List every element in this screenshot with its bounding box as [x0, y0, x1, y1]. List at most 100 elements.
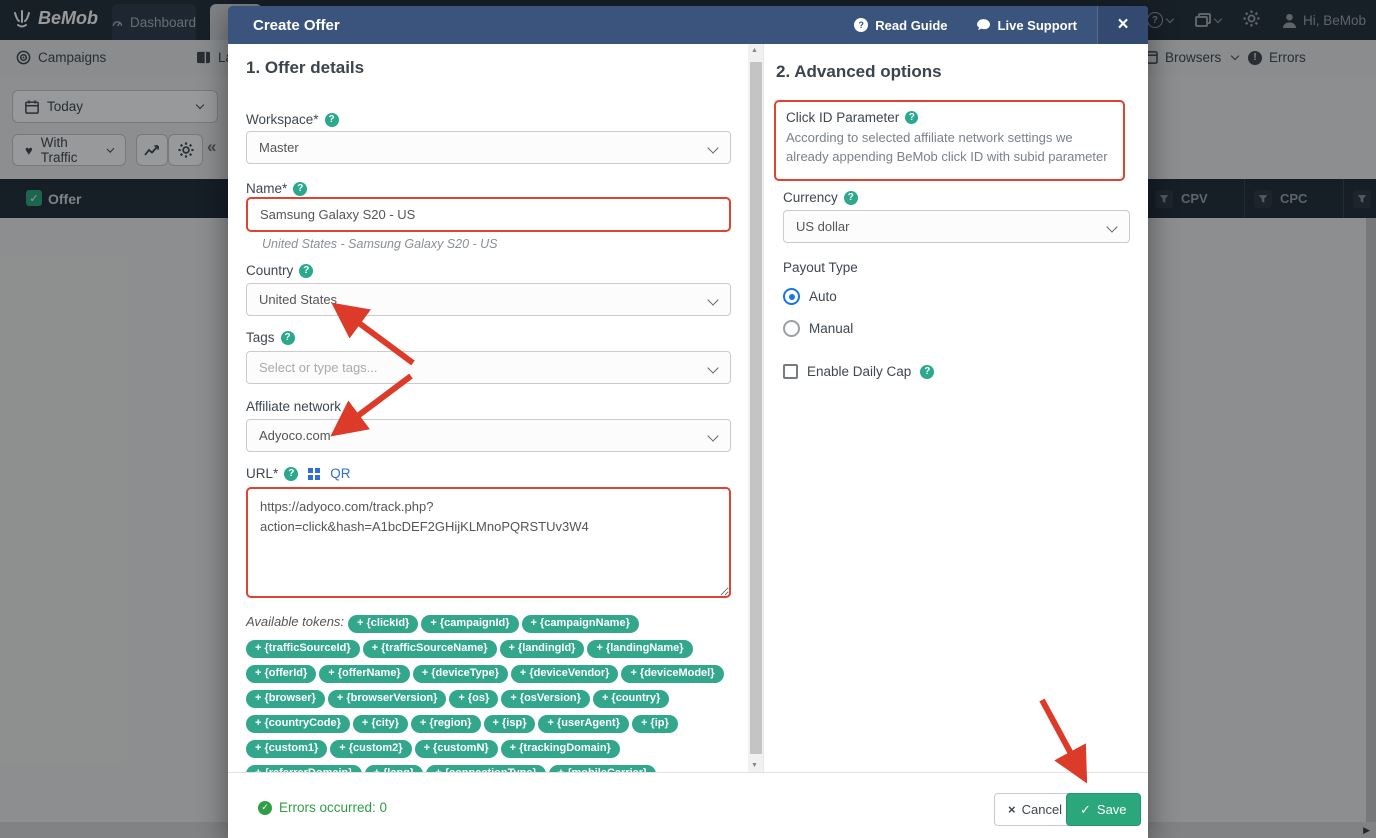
help-icon[interactable]: ?: [920, 364, 935, 379]
token-pill[interactable]: + {deviceModel}: [621, 665, 724, 683]
qr-icon[interactable]: [308, 467, 321, 480]
close-button[interactable]: ×: [1097, 6, 1148, 44]
save-label: Save: [1096, 802, 1127, 817]
currency-select[interactable]: US dollar: [783, 210, 1130, 243]
url-label: URL* ? QR: [246, 466, 351, 481]
scrollbar-thumb[interactable]: [749, 62, 762, 754]
scroll-down-icon[interactable]: ▼: [751, 762, 758, 769]
check-circle-icon: ✓: [258, 800, 272, 815]
help-icon[interactable]: ?: [284, 466, 299, 481]
name-label: Name* ?: [246, 181, 308, 196]
token-pill[interactable]: + {userAgent}: [538, 715, 629, 733]
modal-header: Create Offer ? Read Guide Live Support ×: [228, 6, 1148, 44]
help-icon[interactable]: ?: [905, 111, 919, 124]
token-pill[interactable]: + {customN}: [414, 740, 498, 758]
token-pill[interactable]: + {osVersion}: [501, 690, 590, 708]
country-select[interactable]: United States: [246, 283, 731, 316]
help-icon[interactable]: ?: [299, 263, 314, 278]
radio-unselected-icon[interactable]: [783, 320, 800, 337]
currency-value: US dollar: [796, 219, 850, 234]
advanced-options-panel: 2. Advanced options Click ID Parameter ?…: [763, 44, 1148, 772]
errors-text: Errors occurred: 0: [279, 800, 388, 815]
live-support-label: Live Support: [997, 17, 1077, 33]
payout-manual-option[interactable]: Manual: [783, 320, 853, 337]
click-id-title: Click ID Parameter: [786, 110, 900, 125]
token-pill[interactable]: + {city}: [352, 715, 408, 733]
token-pill[interactable]: + {custom2}: [330, 740, 412, 758]
currency-label-text: Currency: [783, 190, 838, 205]
url-textarea[interactable]: https://adyoco.com/track.php?action=clic…: [246, 487, 731, 598]
modal-footer: ✓ Errors occurred: 0 × Cancel ✓ Save: [228, 772, 1148, 838]
tags-select[interactable]: Select or type tags...: [246, 351, 731, 384]
save-check-icon: ✓: [1080, 801, 1091, 817]
radio-selected-icon[interactable]: [783, 288, 800, 305]
read-guide-link[interactable]: ? Read Guide: [854, 17, 948, 33]
token-pill[interactable]: + {browser}: [246, 690, 325, 708]
read-guide-icon: ?: [854, 18, 869, 32]
scroll-up-icon[interactable]: ▲: [751, 47, 758, 54]
token-pill[interactable]: + {region}: [410, 715, 481, 733]
token-pill[interactable]: + {os}: [449, 690, 499, 708]
token-pill[interactable]: + {offerName}: [319, 665, 410, 683]
create-offer-modal: Create Offer ? Read Guide Live Support ×…: [228, 6, 1148, 838]
workspace-label-text: Workspace*: [246, 112, 319, 127]
workspace-value: Master: [259, 140, 299, 155]
help-icon[interactable]: ?: [280, 330, 295, 345]
token-pill[interactable]: + {landingId}: [499, 640, 585, 658]
affiliate-network-label-text: Affiliate network: [246, 399, 342, 414]
token-pill[interactable]: + {trackingDomain}: [500, 740, 620, 758]
token-pill[interactable]: + {browserVersion}: [327, 690, 447, 708]
token-pill[interactable]: + {deviceVendor}: [510, 665, 619, 683]
daily-cap-checkbox[interactable]: [783, 364, 798, 379]
token-pill[interactable]: + {countryCode}: [246, 715, 350, 733]
name-hint: United States - Samsung Galaxy S20 - US: [262, 237, 498, 251]
workspace-select[interactable]: Master: [246, 131, 731, 164]
token-pill[interactable]: + {country}: [592, 690, 670, 708]
click-id-description: According to selected affiliate network …: [786, 130, 1108, 164]
token-pill[interactable]: + {campaignName}: [521, 615, 639, 633]
payout-manual-label: Manual: [809, 321, 854, 336]
token-pill[interactable]: + {custom1}: [246, 740, 328, 758]
token-pill[interactable]: + {clickId}: [348, 615, 419, 633]
payout-auto-label: Auto: [809, 289, 837, 304]
tags-placeholder: Select or type tags...: [259, 360, 378, 375]
country-value: United States: [259, 292, 338, 307]
help-icon[interactable]: ?: [293, 181, 308, 196]
affiliate-network-label: Affiliate network: [246, 399, 341, 414]
tokens-label: Available tokens:: [246, 614, 345, 629]
daily-cap-row: Enable Daily Cap ?: [783, 364, 935, 379]
cancel-button[interactable]: × Cancel: [994, 793, 1077, 826]
cancel-label: Cancel: [1021, 802, 1063, 817]
read-guide-label: Read Guide: [875, 17, 948, 33]
click-id-title-row: Click ID Parameter ?: [786, 110, 1113, 125]
live-support-link[interactable]: Live Support: [976, 18, 1077, 33]
save-button[interactable]: ✓ Save: [1066, 793, 1141, 826]
name-label-text: Name*: [246, 181, 288, 196]
payout-auto-option[interactable]: Auto: [783, 288, 837, 305]
tags-label: Tags ?: [246, 330, 295, 345]
section-advanced-options: 2. Advanced options: [776, 62, 942, 81]
country-label-text: Country: [246, 263, 294, 278]
close-icon: ×: [1117, 14, 1129, 35]
token-pill[interactable]: + {isp}: [483, 715, 536, 733]
modal-scrollbar[interactable]: ▲ ▼: [748, 44, 763, 772]
help-icon[interactable]: ?: [324, 112, 339, 127]
modal-header-links: ? Read Guide Live Support: [854, 6, 1077, 44]
token-pill[interactable]: + {landingName}: [587, 640, 693, 658]
token-pill[interactable]: + {offerId}: [246, 665, 317, 683]
token-pill[interactable]: + {campaignId}: [421, 615, 519, 633]
token-pill[interactable]: + {deviceType}: [412, 665, 508, 683]
token-pill[interactable]: + {trafficSourceId}: [246, 640, 360, 658]
qr-link[interactable]: QR: [330, 466, 350, 481]
token-pill[interactable]: + {trafficSourceName}: [362, 640, 497, 658]
token-pill[interactable]: + {ip}: [631, 715, 678, 733]
cancel-x-icon: ×: [1008, 802, 1016, 817]
affiliate-network-value: Adyoco.com: [259, 428, 331, 443]
name-input[interactable]: [246, 197, 731, 232]
chat-icon: [976, 18, 990, 30]
currency-label: Currency ?: [783, 190, 858, 205]
country-label: Country ?: [246, 263, 314, 278]
affiliate-network-select[interactable]: Adyoco.com: [246, 419, 731, 452]
help-icon[interactable]: ?: [843, 190, 858, 205]
payout-type-label: Payout Type: [783, 260, 858, 275]
